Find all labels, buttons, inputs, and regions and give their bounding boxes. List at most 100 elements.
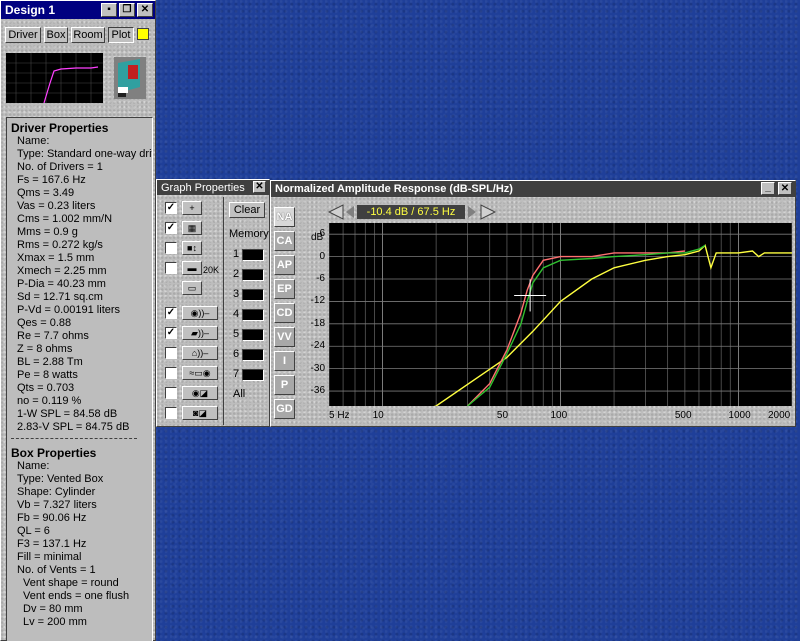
cursor-step-left-icon[interactable]: [345, 206, 355, 218]
option-checkbox[interactable]: ✓: [165, 222, 177, 234]
memory-slot-button[interactable]: [242, 329, 264, 341]
close-icon[interactable]: ✕: [253, 181, 266, 193]
minimize-icon[interactable]: _: [761, 182, 775, 195]
impedance-curve-icon[interactable]: ◙◪: [182, 406, 218, 420]
box-property: Name:: [17, 460, 50, 472]
side-tab[interactable]: AP: [274, 255, 295, 275]
scale-icon[interactable]: ■↕: [182, 241, 202, 255]
driver-property: No. of Drivers = 1: [17, 161, 103, 173]
side-tab[interactable]: GD: [274, 399, 295, 419]
graph-properties-window: Graph Properties ✕ ✓ + ✓ ▦ ■↕ ▬ 20K ▭ ✓ ◉))– ✓ ▰))–…: [156, 179, 270, 427]
memory-slot-button[interactable]: [242, 289, 264, 301]
room-curve-icon[interactable]: ⌂))–: [182, 346, 218, 360]
option-checkbox[interactable]: [165, 407, 177, 419]
driver-properties-heading: Driver Properties: [11, 121, 109, 135]
option-checkbox[interactable]: ✓: [165, 307, 177, 319]
driver-property: Z = 8 ohms: [17, 343, 73, 355]
phase-curve-icon[interactable]: ◉◪: [182, 386, 218, 400]
driver-property: 2.83-V SPL = 84.75 dB: [17, 421, 130, 433]
memory-slot-number: 4: [233, 308, 240, 320]
memory-all-button[interactable]: All: [233, 388, 245, 400]
x-tick-label: 50: [496, 410, 509, 421]
graph-properties-titlebar[interactable]: Graph Properties ✕: [157, 180, 269, 195]
box-properties-heading: Box Properties: [11, 446, 97, 460]
box-property: No. of Vents = 1: [17, 564, 96, 576]
option-checkbox[interactable]: [165, 242, 177, 254]
option-checkbox[interactable]: ✓: [165, 202, 177, 214]
x-tick-label: 5 Hz: [329, 410, 350, 421]
box-property: Lv = 200 mm: [23, 616, 87, 628]
memory-slot-button[interactable]: [242, 309, 264, 321]
option-checkbox[interactable]: [165, 387, 177, 399]
y-tick-label: -36: [310, 385, 325, 397]
x-tick-label: 10: [372, 410, 384, 421]
properties-panel: Driver Properties Name: Type: Standard on…: [6, 117, 153, 641]
plot-color-swatch[interactable]: [137, 28, 149, 40]
restore-icon[interactable]: ❐: [119, 3, 135, 17]
design-titlebar[interactable]: Design 1 ▪ ❐ ✕: [1, 1, 155, 19]
divider: [11, 438, 137, 439]
side-tab[interactable]: CA: [274, 231, 295, 251]
speaker-box-icon[interactable]: [114, 57, 146, 99]
memory-slot-number: 1: [233, 248, 240, 260]
memory-slot-button[interactable]: [242, 269, 264, 281]
response-thumbnail[interactable]: [6, 53, 103, 103]
box-curve-icon[interactable]: ▰))–: [182, 326, 218, 340]
driver-property: P-Dia = 40.23 mm: [17, 278, 106, 290]
side-tab[interactable]: P: [274, 375, 295, 395]
tab-room[interactable]: Room: [71, 27, 105, 43]
x-tick-label: 100: [550, 410, 568, 421]
memory-slot-button[interactable]: [242, 249, 264, 261]
driver-curve-icon[interactable]: ◉))–: [182, 306, 218, 320]
driver-property: Qes = 0.88: [17, 317, 72, 329]
option-checkbox[interactable]: [165, 262, 177, 274]
memory-slot-button[interactable]: [242, 369, 264, 381]
close-icon[interactable]: ✕: [137, 3, 153, 17]
box-property: Fb = 90.06 Hz: [17, 512, 87, 524]
side-tab[interactable]: VV: [274, 327, 295, 347]
box-property: Vent ends = one flush: [23, 590, 130, 602]
tab-driver[interactable]: Driver: [5, 27, 41, 43]
option-checkbox[interactable]: [165, 367, 177, 379]
driver-property: Xmax = 1.5 mm: [17, 252, 95, 264]
save-icon[interactable]: ▪: [101, 3, 117, 17]
driver-property: P-Vd = 0.00191 liters: [17, 304, 121, 316]
side-tab[interactable]: NA: [274, 207, 295, 227]
graph-title: Normalized Amplitude Response (dB-SPL/Hz…: [275, 183, 513, 195]
side-tab[interactable]: EP: [274, 279, 295, 299]
clear-button[interactable]: Clear: [229, 202, 265, 218]
side-tab[interactable]: I: [274, 351, 295, 371]
cursor-left-arrow-icon[interactable]: [327, 204, 345, 220]
amplitude-response-plot[interactable]: [329, 223, 792, 406]
range-20k-icon[interactable]: ▬ 20K: [182, 261, 219, 275]
driver-property: Xmech = 2.25 mm: [17, 265, 107, 277]
graph-window: Normalized Amplitude Response (dB-SPL/Hz…: [270, 180, 796, 427]
box-property: F3 = 137.1 Hz: [17, 538, 87, 550]
layout-icon[interactable]: ▭: [182, 281, 202, 295]
cursor-step-right-icon[interactable]: [467, 206, 477, 218]
box-property: Fill = minimal: [17, 551, 82, 563]
range-20k-label: 20K: [203, 265, 220, 275]
side-tab[interactable]: CD: [274, 303, 295, 323]
memory-slot-button[interactable]: [242, 349, 264, 361]
driver-property: Fs = 167.6 Hz: [17, 174, 86, 186]
option-checkbox[interactable]: [165, 347, 177, 359]
memory-slot-number: 6: [233, 348, 240, 360]
driver-property: Mms = 0.9 g: [17, 226, 78, 238]
cursor-right-arrow-icon[interactable]: [479, 204, 497, 220]
tab-plot[interactable]: Plot: [108, 27, 134, 43]
tab-box[interactable]: Box: [44, 27, 68, 43]
x-tick-label: 500: [674, 410, 692, 421]
crosshair-icon[interactable]: +: [182, 201, 202, 215]
port-curve-icon[interactable]: ≈▭◉: [182, 366, 218, 380]
close-icon[interactable]: ✕: [778, 182, 792, 195]
box-property: Shape: Cylinder: [17, 486, 96, 498]
driver-property: no = 0.119 %: [17, 395, 82, 407]
design-title: Design 1: [5, 3, 56, 17]
grid-icon[interactable]: ▦: [182, 221, 202, 235]
option-checkbox[interactable]: ✓: [165, 327, 177, 339]
memory-slot-number: 3: [233, 288, 240, 300]
driver-property: 1-W SPL = 84.58 dB: [17, 408, 118, 420]
graph-titlebar[interactable]: Normalized Amplitude Response (dB-SPL/Hz…: [271, 181, 795, 197]
y-tick-label: 6: [319, 228, 325, 240]
